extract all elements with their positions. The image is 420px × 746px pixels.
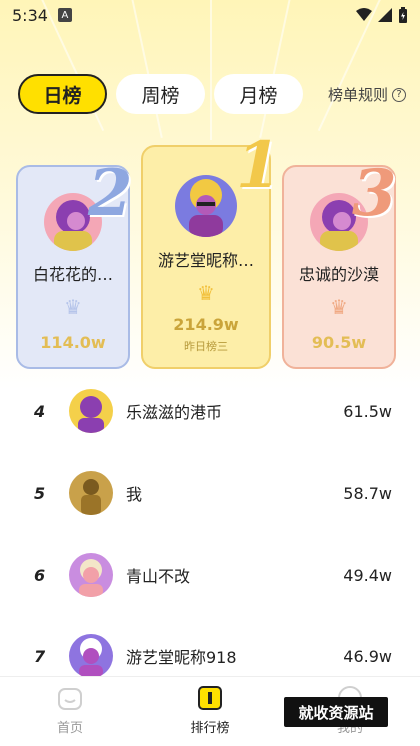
list-rank: 7 bbox=[34, 646, 46, 666]
podium-sub-label: 昨日榜三 bbox=[184, 340, 228, 353]
crown-bronze-icon: ♛ bbox=[330, 295, 348, 319]
nav-home[interactable]: 首页 bbox=[30, 685, 110, 736]
list-name: 我 bbox=[126, 485, 143, 504]
rank-number-2: 2 bbox=[88, 156, 133, 231]
list-item[interactable]: 4 乐滋滋的港币 61.5w bbox=[0, 381, 420, 441]
list-name: 青山不改 bbox=[126, 567, 191, 586]
podium-score: 90.5w bbox=[311, 333, 367, 352]
rank-icon bbox=[198, 686, 222, 710]
rank-number-1: 1 bbox=[236, 128, 281, 203]
rules-label: 榜单规则 bbox=[327, 86, 388, 104]
notification-badge-icon: A bbox=[57, 8, 72, 22]
list-rank: 4 bbox=[34, 401, 46, 421]
battery-icon bbox=[399, 7, 407, 23]
podium-name: 游艺堂昵称… bbox=[157, 251, 254, 270]
list-score: 46.9w bbox=[343, 646, 392, 666]
nav-home-label: 首页 bbox=[56, 721, 83, 736]
watermark: 就收资源站 bbox=[284, 697, 388, 727]
avatar bbox=[69, 553, 113, 597]
tab-monthly[interactable]: 月榜 bbox=[214, 74, 303, 114]
list-rank: 5 bbox=[34, 483, 46, 503]
list-score: 61.5w bbox=[343, 401, 392, 421]
tab-daily[interactable]: 日榜 bbox=[18, 74, 107, 114]
podium-score: 214.9w bbox=[173, 315, 239, 334]
question-icon: ? bbox=[392, 87, 406, 102]
status-bar: 5:34 A bbox=[0, 0, 420, 30]
podium-name: 白花花的… bbox=[32, 265, 113, 284]
rank-number-3: 3 bbox=[352, 156, 397, 231]
crown-silver-icon: ♛ bbox=[64, 295, 82, 319]
crown-gold-icon: ♛ bbox=[197, 281, 215, 305]
list-score: 58.7w bbox=[343, 483, 392, 503]
avatar bbox=[69, 471, 113, 515]
list-name: 乐滋滋的港币 bbox=[126, 403, 223, 422]
nav-rank-label: 排行榜 bbox=[190, 721, 230, 736]
avatar bbox=[69, 634, 113, 678]
list-item[interactable]: 5 我 58.7w bbox=[0, 463, 420, 523]
avatar bbox=[175, 175, 237, 237]
rules-link[interactable]: 榜单规则 ? bbox=[328, 84, 406, 105]
podium-score: 114.0w bbox=[40, 333, 106, 352]
list-name: 游艺堂昵称918 bbox=[126, 648, 237, 667]
avatar bbox=[69, 389, 113, 433]
home-icon bbox=[58, 688, 82, 710]
podium-name: 忠诚的沙漠 bbox=[298, 265, 379, 284]
list-rank: 6 bbox=[34, 565, 46, 585]
nav-rank[interactable]: 排行榜 bbox=[170, 685, 250, 736]
tab-weekly[interactable]: 周榜 bbox=[116, 74, 205, 114]
status-time: 5:34 bbox=[12, 5, 48, 25]
wifi-icon bbox=[356, 8, 372, 21]
signal-icon bbox=[378, 8, 392, 22]
list-score: 49.4w bbox=[343, 565, 392, 585]
period-tabs: 日榜 周榜 月榜 bbox=[18, 74, 303, 114]
list-item[interactable]: 6 青山不改 49.4w bbox=[0, 545, 420, 605]
